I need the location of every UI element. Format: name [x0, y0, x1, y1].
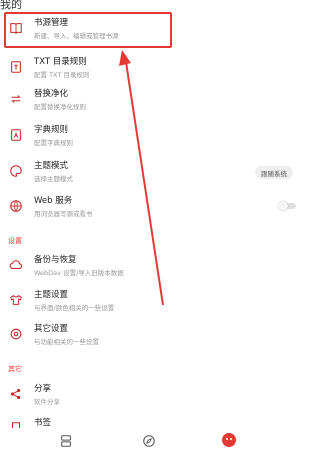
web-service-toggle[interactable]	[278, 201, 296, 211]
menu-item-title: 书签	[34, 418, 52, 428]
menu-item-subtitle: 用浏览器写源或看书	[34, 210, 93, 218]
nav-profile[interactable]	[215, 428, 243, 456]
menu-item-title: 字典规则	[34, 125, 69, 135]
menu-item-subtitle: WebDav 设置/导入旧版本数据	[34, 269, 124, 277]
profile-icon	[221, 432, 237, 452]
txt-icon	[8, 59, 24, 75]
settings-item-other[interactable]: 其它设置 与功能相关的一些设置	[0, 322, 303, 358]
menu-item-title: 主题模式	[34, 161, 69, 171]
menu-item-title: Web 服务	[34, 196, 73, 206]
menu-item-title: 替换净化	[34, 89, 69, 99]
menu-item-replace[interactable]: 替换净化 配置替换净化规则	[0, 87, 303, 123]
menu-item-subtitle: 配置 TXT 目录规则	[34, 71, 90, 79]
theme-mode-badge[interactable]: 跟随系统	[255, 166, 293, 179]
compass-icon	[142, 433, 156, 452]
dictionary-icon	[8, 127, 24, 143]
nav-discover[interactable]	[135, 428, 163, 456]
menu-item-subtitle: 与界面/颜色相关的一些设置	[34, 304, 115, 312]
settings-icon	[8, 326, 24, 342]
menu-item-title: 主题设置	[34, 290, 69, 300]
globe-icon	[8, 198, 24, 214]
palette-icon	[8, 163, 24, 179]
swap-icon	[8, 91, 24, 107]
section-other-header: 其它	[8, 365, 22, 373]
page-title: 我的	[0, 0, 22, 11]
highlight-box	[4, 12, 172, 48]
menu-item-title: TXT 目录规则	[34, 57, 87, 67]
menu-item-title: 其它设置	[34, 324, 69, 334]
menu-item-web-service[interactable]: Web 服务 用浏览器写源或看书	[0, 194, 303, 230]
menu-item-txt-rules[interactable]: TXT 目录规则 配置 TXT 目录规则	[0, 55, 303, 91]
nav-bookshelf[interactable]	[52, 428, 80, 456]
menu-item-dictionary[interactable]: 字典规则 配置字典规则	[0, 123, 303, 159]
toggle-knob	[278, 201, 288, 211]
menu-item-title: 分享	[34, 384, 52, 394]
shirt-icon	[8, 292, 24, 308]
menu-item-subtitle: 配置字典规则	[34, 139, 73, 147]
bookshelf-icon	[59, 433, 73, 452]
bottom-navigation	[0, 428, 303, 467]
settings-item-backup[interactable]: 备份与恢复 WebDav 设置/导入旧版本数据	[0, 253, 303, 289]
menu-item-subtitle: 与功能相关的一些设置	[34, 338, 99, 346]
menu-item-subtitle: 选择主题模式	[34, 175, 73, 183]
share-icon	[8, 386, 24, 402]
section-settings-header: 设置	[8, 237, 22, 245]
cloud-icon	[8, 257, 24, 273]
menu-item-title: 备份与恢复	[34, 255, 77, 265]
settings-item-theme[interactable]: 主题设置 与界面/颜色相关的一些设置	[0, 288, 303, 324]
menu-item-subtitle: 软件分享	[34, 398, 60, 406]
menu-item-subtitle: 配置替换净化规则	[34, 103, 86, 111]
other-item-share[interactable]: 分享 软件分享	[0, 382, 303, 418]
